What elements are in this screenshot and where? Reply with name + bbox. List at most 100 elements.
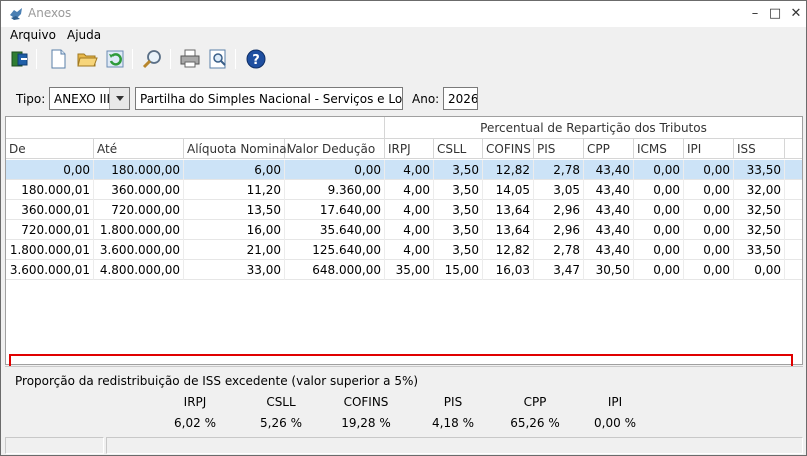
cell-aliquota-nominal[interactable]: 6,00 [184, 160, 285, 180]
cell-ate[interactable]: 4.800.000,00 [94, 260, 184, 280]
print-icon[interactable] [178, 47, 202, 71]
cell-cpp[interactable]: 43,40 [584, 200, 634, 220]
help-icon[interactable]: ? [244, 47, 268, 71]
cell-valor-deducao[interactable]: 35.640,00 [285, 220, 385, 240]
open-folder-icon[interactable] [75, 47, 99, 71]
cell-irpj[interactable]: 4,00 [385, 220, 434, 240]
cell-csll[interactable]: 3,50 [434, 180, 483, 200]
table-row[interactable]: 1.800.000,01 3.600.000,00 21,00 125.640,00 4… [6, 240, 802, 260]
column-header-ate[interactable]: Até [94, 139, 184, 159]
cell-ate[interactable]: 360.000,00 [94, 180, 184, 200]
column-header-icms[interactable]: ICMS [634, 139, 684, 159]
cell-ipi[interactable]: 0,00 [684, 240, 734, 260]
ano-field[interactable]: 2026 [443, 87, 478, 110]
cell-irpj[interactable]: 4,00 [385, 180, 434, 200]
maximize-icon[interactable]: □ [764, 6, 786, 22]
menu-arquivo[interactable]: Arquivo [10, 28, 56, 42]
cell-pis[interactable]: 3,47 [534, 260, 584, 280]
table-row[interactable]: 3.600.000,01 4.800.000,00 33,00 648.000,00 3… [6, 260, 802, 280]
cell-ipi[interactable]: 0,00 [684, 160, 734, 180]
cell-icms[interactable]: 0,00 [634, 260, 684, 280]
cell-valor-deducao[interactable]: 9.360,00 [285, 180, 385, 200]
cell-icms[interactable]: 0,00 [634, 200, 684, 220]
column-header-iss[interactable]: ISS [734, 139, 785, 159]
cell-csll[interactable]: 3,50 [434, 220, 483, 240]
cell-ipi[interactable]: 0,00 [684, 180, 734, 200]
menu-ajuda[interactable]: Ajuda [67, 28, 101, 42]
cell-de[interactable]: 180.000,01 [6, 180, 94, 200]
cell-de[interactable]: 0,00 [6, 160, 94, 180]
cell-cofins[interactable]: 13,64 [483, 200, 534, 220]
cell-cpp[interactable]: 30,50 [584, 260, 634, 280]
print-preview-icon[interactable] [206, 47, 230, 71]
refresh-icon[interactable] [103, 47, 127, 71]
cell-aliquota-nominal[interactable]: 16,00 [184, 220, 285, 240]
cell-pis[interactable]: 2,78 [534, 240, 584, 260]
cell-aliquota-nominal[interactable]: 11,20 [184, 180, 285, 200]
cell-de[interactable]: 720.000,01 [6, 220, 94, 240]
cell-aliquota-nominal[interactable]: 33,00 [184, 260, 285, 280]
cell-aliquota-nominal[interactable]: 13,50 [184, 200, 285, 220]
column-header-valor-deducao[interactable]: Valor Dedução [285, 139, 385, 159]
cell-cpp[interactable]: 43,40 [584, 160, 634, 180]
tipo-select[interactable]: ANEXO III [49, 87, 130, 110]
cell-cofins[interactable]: 14,05 [483, 180, 534, 200]
cell-csll[interactable]: 3,50 [434, 160, 483, 180]
cell-icms[interactable]: 0,00 [634, 240, 684, 260]
cell-ate[interactable]: 3.600.000,00 [94, 240, 184, 260]
cell-valor-deducao[interactable]: 17.640,00 [285, 200, 385, 220]
cell-cofins[interactable]: 16,03 [483, 260, 534, 280]
column-header-aliquota-nominal[interactable]: Alíquota Nominal [184, 139, 290, 159]
cell-iss[interactable]: 32,50 [734, 220, 785, 240]
partilha-grid[interactable]: Percentual de Repartição dos Tributos De… [5, 116, 803, 376]
column-header-ipi[interactable]: IPI [684, 139, 734, 159]
cell-irpj[interactable]: 35,00 [385, 260, 434, 280]
column-header-pis[interactable]: PIS [534, 139, 584, 159]
close-icon[interactable]: ✕ [785, 6, 807, 22]
cell-pis[interactable]: 2,78 [534, 160, 584, 180]
cell-ipi[interactable]: 0,00 [684, 220, 734, 240]
cell-ate[interactable]: 720.000,00 [94, 200, 184, 220]
cell-de[interactable]: 1.800.000,01 [6, 240, 94, 260]
cell-valor-deducao[interactable]: 0,00 [285, 160, 385, 180]
cell-icms[interactable]: 0,00 [634, 220, 684, 240]
cell-pis[interactable]: 3,05 [534, 180, 584, 200]
cell-iss[interactable]: 33,50 [734, 240, 785, 260]
column-header-cpp[interactable]: CPP [584, 139, 634, 159]
cell-cpp[interactable]: 43,40 [584, 240, 634, 260]
exit-icon[interactable] [8, 47, 32, 71]
column-header-de[interactable]: De [6, 139, 94, 159]
cell-ate[interactable]: 1.800.000,00 [94, 220, 184, 240]
cell-csll[interactable]: 3,50 [434, 240, 483, 260]
table-row[interactable]: 0,00 180.000,00 6,00 0,00 4,00 3,50 12,82 2,78 4… [6, 160, 802, 180]
cell-ipi[interactable]: 0,00 [684, 200, 734, 220]
cell-icms[interactable]: 0,00 [634, 160, 684, 180]
cell-ipi[interactable]: 0,00 [684, 260, 734, 280]
table-row[interactable]: 720.000,01 1.800.000,00 16,00 35.640,00 4,00… [6, 220, 802, 240]
cell-cofins[interactable]: 12,82 [483, 160, 534, 180]
new-document-icon[interactable] [46, 47, 70, 71]
column-header-irpj[interactable]: IRPJ [385, 139, 434, 159]
cell-de[interactable]: 3.600.000,01 [6, 260, 94, 280]
cell-ate[interactable]: 180.000,00 [94, 160, 184, 180]
cell-pis[interactable]: 2,96 [534, 200, 584, 220]
cell-csll[interactable]: 3,50 [434, 200, 483, 220]
cell-irpj[interactable]: 4,00 [385, 200, 434, 220]
table-row[interactable]: 180.000,01 360.000,00 11,20 9.360,00 4,00 3,5… [6, 180, 802, 200]
search-icon[interactable] [141, 47, 165, 71]
cell-pis[interactable]: 2,96 [534, 220, 584, 240]
cell-aliquota-nominal[interactable]: 21,00 [184, 240, 285, 260]
cell-irpj[interactable]: 4,00 [385, 160, 434, 180]
cell-de[interactable]: 360.000,01 [6, 200, 94, 220]
cell-iss[interactable]: 32,50 [734, 200, 785, 220]
cell-cpp[interactable]: 43,40 [584, 180, 634, 200]
column-header-csll[interactable]: CSLL [434, 139, 483, 159]
minimize-icon[interactable]: – [744, 6, 766, 22]
cell-cpp[interactable]: 43,40 [584, 220, 634, 240]
cell-iss[interactable]: 33,50 [734, 160, 785, 180]
chevron-down-icon[interactable] [109, 88, 129, 109]
column-header-cofins[interactable]: COFINS [483, 139, 534, 159]
cell-irpj[interactable]: 4,00 [385, 240, 434, 260]
cell-iss[interactable]: 32,00 [734, 180, 785, 200]
cell-csll[interactable]: 15,00 [434, 260, 483, 280]
